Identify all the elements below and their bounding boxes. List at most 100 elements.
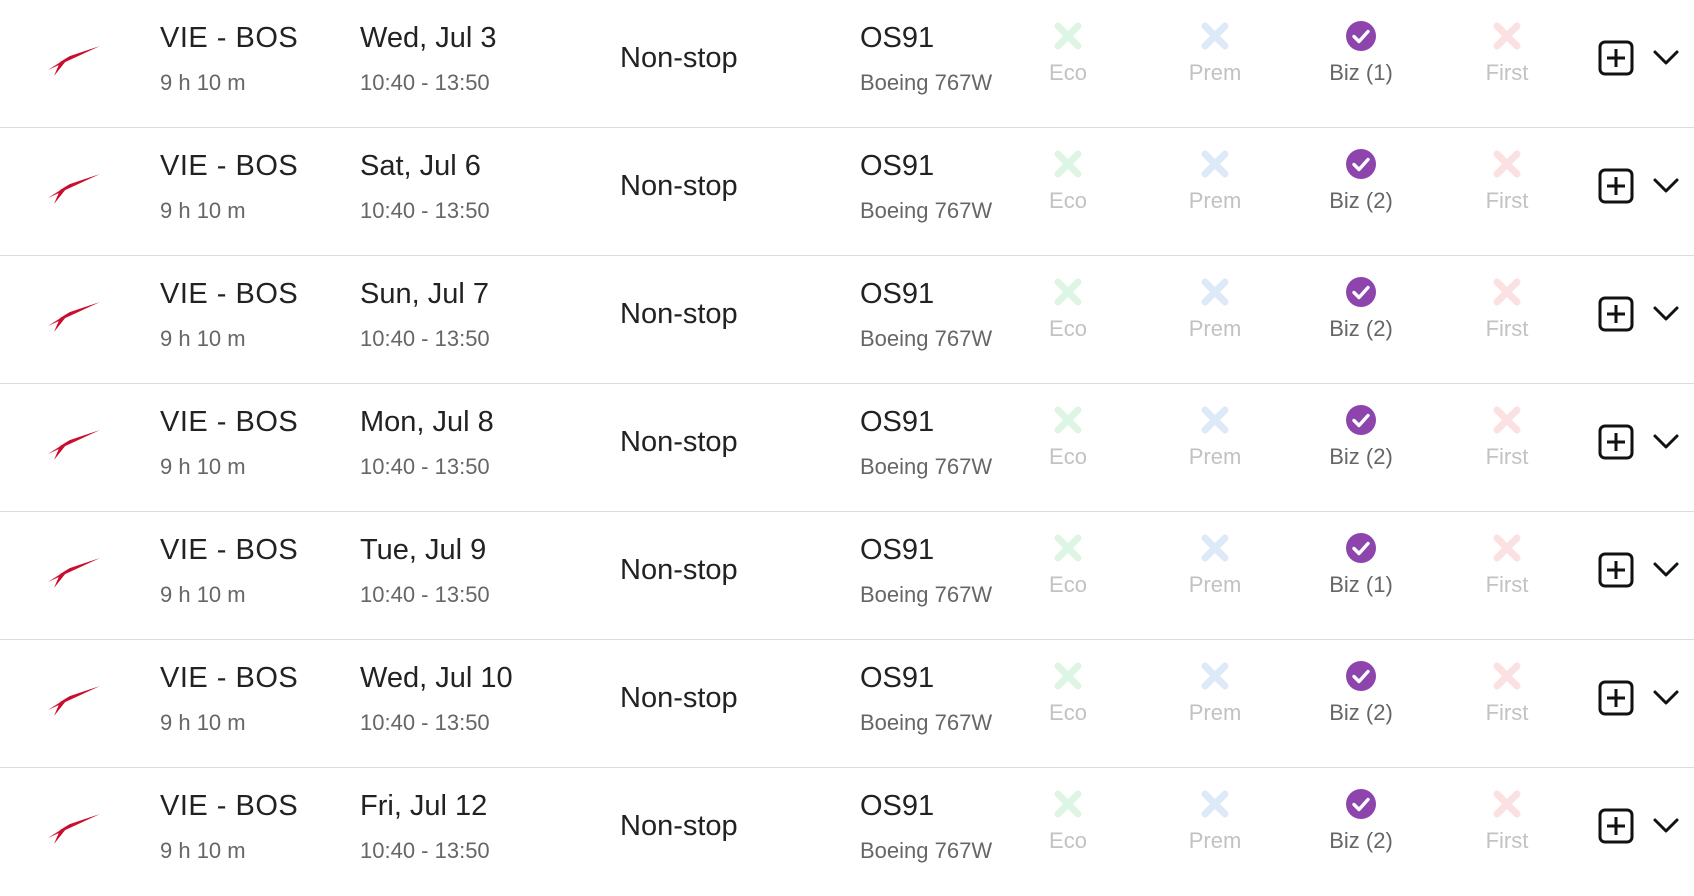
available-check-icon <box>1346 149 1376 179</box>
cabin-eco: Eco <box>1008 148 1128 214</box>
available-check-icon <box>1346 661 1376 691</box>
unavailable-x-icon <box>1201 278 1229 306</box>
aircraft-type: Boeing 767W <box>860 70 993 95</box>
flight-number: OS91 <box>860 150 935 182</box>
cabin-eco: Eco <box>1008 404 1128 470</box>
add-flight-button[interactable] <box>1598 168 1634 204</box>
route-text: VIE - BOS <box>160 22 299 54</box>
departure-arrival-times: 10:40 - 13:50 <box>360 838 490 863</box>
unavailable-x-icon <box>1054 22 1082 50</box>
flight-number: OS91 <box>860 22 935 54</box>
flight-row[interactable]: VIE - BOS 9 h 10 m Tue, Jul 9 10:40 - 13… <box>0 512 1694 640</box>
austrian-airlines-logo-icon <box>48 46 100 76</box>
stops-text: Non-stop <box>620 554 738 586</box>
flight-results-list: VIE - BOS 9 h 10 m Wed, Jul 3 10:40 - 13… <box>0 0 1694 878</box>
austrian-airlines-logo-icon <box>48 302 100 332</box>
cabin-eco: Eco <box>1008 532 1128 598</box>
stops-text: Non-stop <box>620 298 738 330</box>
cabin-first: First <box>1447 660 1567 726</box>
cabin-biz-label: Biz (1) <box>1329 572 1393 597</box>
flight-row[interactable]: VIE - BOS 9 h 10 m Fri, Jul 12 10:40 - 1… <box>0 768 1694 896</box>
chevron-down-icon[interactable] <box>1652 814 1680 838</box>
aircraft-type: Boeing 767W <box>860 582 993 607</box>
flight-row[interactable]: VIE - BOS 9 h 10 m Sun, Jul 7 10:40 - 13… <box>0 256 1694 384</box>
flight-number: OS91 <box>860 278 935 310</box>
duration-text: 9 h 10 m <box>160 710 246 735</box>
cabin-biz-label: Biz (2) <box>1329 444 1393 469</box>
duration-text: 9 h 10 m <box>160 454 246 479</box>
unavailable-x-icon <box>1054 406 1082 434</box>
add-flight-button[interactable] <box>1598 808 1634 844</box>
flight-row[interactable]: VIE - BOS 9 h 10 m Mon, Jul 8 10:40 - 13… <box>0 384 1694 512</box>
unavailable-x-icon <box>1054 790 1082 818</box>
aircraft-type: Boeing 767W <box>860 838 993 863</box>
add-flight-button[interactable] <box>1598 680 1634 716</box>
chevron-down-icon[interactable] <box>1652 558 1680 582</box>
cabin-prem-label: Prem <box>1188 572 1242 597</box>
chevron-down-icon[interactable] <box>1652 46 1680 70</box>
cabin-eco-label: Eco <box>1049 828 1087 853</box>
unavailable-x-icon <box>1493 22 1521 50</box>
unavailable-x-icon <box>1493 534 1521 562</box>
available-check-icon <box>1346 789 1376 819</box>
stops-text: Non-stop <box>620 426 738 458</box>
cabin-biz[interactable]: Biz (1) <box>1301 532 1421 598</box>
duration-text: 9 h 10 m <box>160 70 246 95</box>
flight-number: OS91 <box>860 534 935 566</box>
route-text: VIE - BOS <box>160 150 299 182</box>
cabin-first-label: First <box>1485 60 1529 85</box>
flight-row[interactable]: VIE - BOS 9 h 10 m Wed, Jul 10 10:40 - 1… <box>0 640 1694 768</box>
duration-text: 9 h 10 m <box>160 198 246 223</box>
departure-date: Wed, Jul 10 <box>360 662 513 694</box>
departure-date: Wed, Jul 3 <box>360 22 497 54</box>
cabin-eco: Eco <box>1008 20 1128 86</box>
cabin-biz[interactable]: Biz (2) <box>1301 276 1421 342</box>
chevron-down-icon[interactable] <box>1652 302 1680 326</box>
cabin-first-label: First <box>1485 828 1529 853</box>
austrian-airlines-logo-icon <box>48 558 100 588</box>
cabin-prem-label: Prem <box>1188 188 1242 213</box>
flight-row[interactable]: VIE - BOS 9 h 10 m Wed, Jul 3 10:40 - 13… <box>0 0 1694 128</box>
unavailable-x-icon <box>1493 278 1521 306</box>
chevron-down-icon[interactable] <box>1652 430 1680 454</box>
aircraft-type: Boeing 767W <box>860 198 993 223</box>
departure-date: Tue, Jul 9 <box>360 534 487 566</box>
cabin-biz[interactable]: Biz (2) <box>1301 660 1421 726</box>
cabin-eco-label: Eco <box>1049 316 1087 341</box>
unavailable-x-icon <box>1054 662 1082 690</box>
cabin-first-label: First <box>1485 188 1529 213</box>
departure-date: Sat, Jul 6 <box>360 150 481 182</box>
stops-text: Non-stop <box>620 682 738 714</box>
cabin-prem: Prem <box>1155 20 1275 86</box>
cabin-eco-label: Eco <box>1049 572 1087 597</box>
add-flight-button[interactable] <box>1598 296 1634 332</box>
cabin-first: First <box>1447 788 1567 854</box>
unavailable-x-icon <box>1201 790 1229 818</box>
unavailable-x-icon <box>1493 406 1521 434</box>
cabin-eco: Eco <box>1008 276 1128 342</box>
add-flight-button[interactable] <box>1598 40 1634 76</box>
departure-date: Sun, Jul 7 <box>360 278 489 310</box>
cabin-first-label: First <box>1485 572 1529 597</box>
cabin-biz[interactable]: Biz (2) <box>1301 148 1421 214</box>
route-text: VIE - BOS <box>160 406 299 438</box>
chevron-down-icon[interactable] <box>1652 686 1680 710</box>
cabin-biz[interactable]: Biz (2) <box>1301 404 1421 470</box>
austrian-airlines-logo-icon <box>48 174 100 204</box>
flight-row[interactable]: VIE - BOS 9 h 10 m Sat, Jul 6 10:40 - 13… <box>0 128 1694 256</box>
austrian-airlines-logo-icon <box>48 430 100 460</box>
cabin-biz[interactable]: Biz (1) <box>1301 20 1421 86</box>
cabin-biz-label: Biz (2) <box>1329 828 1393 853</box>
departure-arrival-times: 10:40 - 13:50 <box>360 326 490 351</box>
departure-arrival-times: 10:40 - 13:50 <box>360 198 490 223</box>
austrian-airlines-logo-icon <box>48 686 100 716</box>
cabin-prem: Prem <box>1155 532 1275 598</box>
add-flight-button[interactable] <box>1598 424 1634 460</box>
add-flight-button[interactable] <box>1598 552 1634 588</box>
austrian-airlines-logo-icon <box>48 814 100 844</box>
flight-number: OS91 <box>860 406 935 438</box>
cabin-eco-label: Eco <box>1049 60 1087 85</box>
chevron-down-icon[interactable] <box>1652 174 1680 198</box>
cabin-biz[interactable]: Biz (2) <box>1301 788 1421 854</box>
cabin-eco: Eco <box>1008 660 1128 726</box>
